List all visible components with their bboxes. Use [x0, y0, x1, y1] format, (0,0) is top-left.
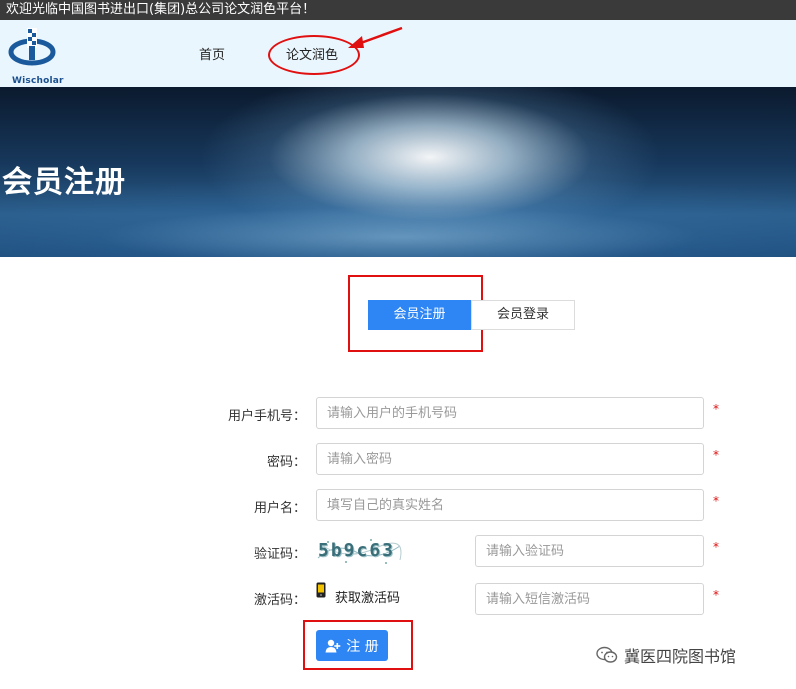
logo-text: Wischolar: [12, 76, 64, 86]
site-logo[interactable]: Wischolar: [8, 26, 64, 86]
tab-register[interactable]: 会员注册: [368, 300, 471, 330]
get-activation-code-link[interactable]: 获取激活码: [335, 587, 400, 606]
phone-label: 用户手机号：: [227, 409, 306, 424]
page-title: 会员注册: [2, 165, 126, 200]
activation-required-mark: *: [713, 588, 719, 602]
activation-label: 激活码：: [253, 593, 306, 608]
password-required-mark: *: [713, 448, 719, 462]
phone-input[interactable]: [316, 397, 704, 429]
nav-home[interactable]: 首页: [199, 44, 225, 63]
watermark-text: 冀医四院图书馆: [624, 647, 737, 666]
username-label: 用户名：: [253, 501, 306, 516]
password-label: 密码：: [266, 455, 306, 470]
tab-login[interactable]: 会员登录: [471, 300, 575, 330]
wischolar-logo-icon: [8, 28, 56, 66]
welcome-bar: 欢迎光临中国图书进出口(集团)总公司论文润色平台！: [0, 0, 796, 20]
annotation-arrow-icon: [348, 26, 403, 48]
password-input[interactable]: [316, 443, 704, 475]
register-button-label: 注 册: [346, 638, 379, 655]
username-required-mark: *: [713, 494, 719, 508]
register-button[interactable]: 注 册: [316, 630, 388, 661]
captcha-required-mark: *: [713, 540, 719, 554]
captcha-image[interactable]: 5b9c63: [316, 536, 402, 566]
welcome-text: 欢迎光临中国图书进出口(集团)总公司论文润色平台！: [6, 2, 316, 17]
phone-required-mark: *: [713, 402, 719, 416]
activation-input[interactable]: [475, 583, 704, 615]
captcha-text: 5b9c63: [318, 540, 396, 561]
phone-sms-icon: [316, 582, 326, 598]
captcha-input[interactable]: [475, 535, 704, 567]
wechat-icon: [596, 646, 618, 663]
watermark: 冀医四院图书馆: [596, 643, 736, 667]
page-banner: 会员注册: [0, 87, 796, 257]
captcha-label: 验证码：: [253, 547, 306, 562]
username-input[interactable]: [316, 489, 704, 521]
add-user-icon: [325, 639, 341, 652]
